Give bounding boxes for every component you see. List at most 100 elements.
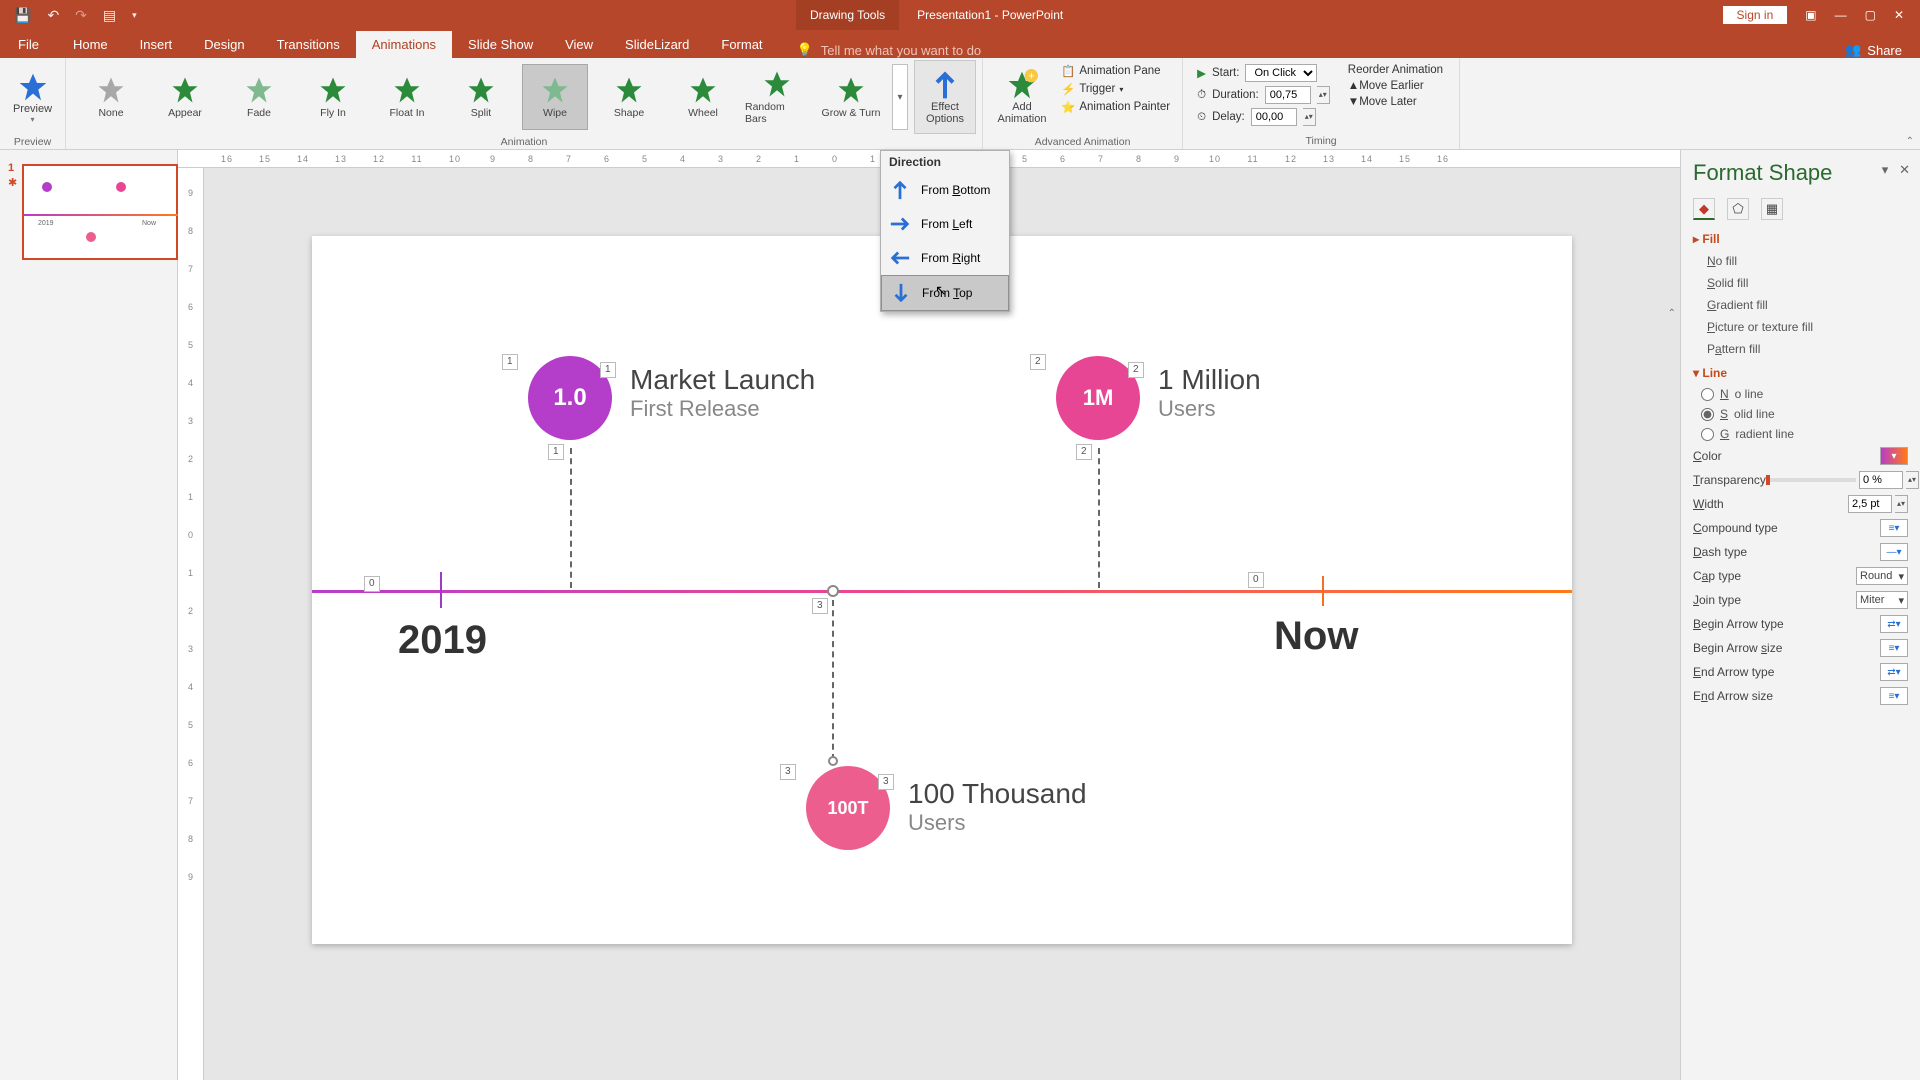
connector-endpoint[interactable] bbox=[828, 756, 838, 766]
slide-thumbnail-pane[interactable]: 1 ✱ 2019 Now bbox=[0, 150, 178, 1080]
anim-tag[interactable]: 3 bbox=[878, 774, 894, 790]
anim-flyin[interactable]: Fly In bbox=[300, 64, 366, 130]
maximize-icon[interactable]: ▢ bbox=[1865, 8, 1876, 22]
connector-m1[interactable] bbox=[570, 448, 572, 588]
direction-from-left[interactable]: From Left bbox=[881, 207, 1009, 241]
anim-tag[interactable]: 1 bbox=[548, 444, 564, 460]
line-solid[interactable]: Solid line bbox=[1693, 404, 1908, 424]
dash-select[interactable]: —▾ bbox=[1880, 543, 1908, 561]
anim-fade[interactable]: Fade bbox=[226, 64, 292, 130]
save-icon[interactable]: 💾 bbox=[14, 7, 31, 24]
compound-select[interactable]: ≡▾ bbox=[1880, 519, 1908, 537]
size-tab-icon[interactable]: ▦ bbox=[1761, 198, 1783, 220]
display-options-icon[interactable]: ▣ bbox=[1805, 8, 1816, 22]
year-now[interactable]: Now bbox=[1274, 614, 1358, 659]
fill-solid[interactable]: Solid fill bbox=[1693, 272, 1908, 294]
animation-pane-button[interactable]: 📋Animation Pane bbox=[1061, 64, 1170, 78]
add-animation-button[interactable]: + Add Animation bbox=[989, 60, 1055, 134]
qat-more-icon[interactable]: ▾ bbox=[132, 10, 137, 21]
anim-wheel[interactable]: Wheel bbox=[670, 64, 736, 130]
fill-picture[interactable]: Picture or texture fill bbox=[1693, 316, 1908, 338]
direction-from-right[interactable]: From Right bbox=[881, 241, 1009, 275]
begin-arrow-type-select[interactable]: ⇄▾ bbox=[1880, 615, 1908, 633]
line-width-input[interactable] bbox=[1848, 495, 1892, 513]
anim-tag[interactable]: 0 bbox=[1248, 572, 1264, 588]
pane-options-icon[interactable]: ▾ ✕ bbox=[1882, 162, 1910, 178]
year-start[interactable]: 2019 bbox=[398, 618, 487, 663]
begin-arrow-size-select[interactable]: ≡▾ bbox=[1880, 639, 1908, 657]
connector-m3[interactable] bbox=[832, 600, 834, 760]
tab-design[interactable]: Design bbox=[188, 31, 260, 58]
ruler-collapse-icon[interactable]: ⌃ bbox=[1668, 308, 1676, 319]
fill-gradient[interactable]: Gradient fill bbox=[1693, 294, 1908, 316]
slide-canvas[interactable]: 0 0 2019 Now 1.0 Market Launch First Rel… bbox=[312, 236, 1572, 944]
tab-insert[interactable]: Insert bbox=[124, 31, 189, 58]
delay-stepper[interactable]: ▴▾ bbox=[1303, 108, 1316, 126]
close-icon[interactable]: ✕ bbox=[1894, 8, 1904, 22]
delay-input[interactable] bbox=[1251, 108, 1297, 126]
animation-painter-button[interactable]: ⭐Animation Painter bbox=[1061, 100, 1170, 114]
move-earlier-button[interactable]: ▲Move Earlier bbox=[1348, 80, 1443, 92]
redo-icon[interactable]: ↷ bbox=[75, 7, 87, 24]
anim-tag[interactable]: 2 bbox=[1076, 444, 1092, 460]
timeline-tick-start[interactable] bbox=[440, 572, 442, 608]
signin-button[interactable]: Sign in bbox=[1723, 6, 1788, 24]
timeline-segment-right[interactable] bbox=[832, 590, 1572, 593]
anim-tag[interactable]: 1 bbox=[502, 354, 518, 370]
trigger-button[interactable]: ⚡Trigger▾ bbox=[1061, 82, 1170, 96]
line-section-header[interactable]: ▾ Line bbox=[1693, 366, 1908, 380]
tab-view[interactable]: View bbox=[549, 31, 609, 58]
tab-animations[interactable]: Animations bbox=[356, 31, 452, 58]
line-gradient[interactable]: Gradient line bbox=[1693, 424, 1908, 444]
anim-tag[interactable]: 1 bbox=[600, 362, 616, 378]
width-stepper[interactable]: ▴▾ bbox=[1895, 495, 1908, 513]
line-color-picker[interactable]: ▾ bbox=[1880, 447, 1908, 465]
duration-stepper[interactable]: ▴▾ bbox=[1317, 86, 1330, 104]
milestone-label-2[interactable]: 1 Million Users bbox=[1158, 364, 1261, 422]
tab-home[interactable]: Home bbox=[57, 31, 124, 58]
anim-tag[interactable]: 2 bbox=[1128, 362, 1144, 378]
anim-tag[interactable]: 0 bbox=[364, 576, 380, 592]
tab-file[interactable]: File bbox=[0, 31, 57, 58]
line-noline[interactable]: No line bbox=[1693, 384, 1908, 404]
tab-slidelizard[interactable]: SlideLizard bbox=[609, 31, 705, 58]
transparency-input[interactable] bbox=[1859, 471, 1903, 489]
move-later-button[interactable]: ▼Move Later bbox=[1348, 96, 1443, 108]
slideshow-from-start-icon[interactable]: ▤ bbox=[103, 7, 116, 24]
minimize-icon[interactable]: — bbox=[1835, 8, 1847, 22]
effect-options-button[interactable]: Effect Options bbox=[914, 60, 976, 134]
tell-me-search[interactable]: 💡 Tell me what you want to do bbox=[779, 42, 1846, 58]
cap-select[interactable]: Round▾ bbox=[1856, 567, 1908, 585]
anim-tag[interactable]: 3 bbox=[780, 764, 796, 780]
anim-tag[interactable]: 2 bbox=[1030, 354, 1046, 370]
share-button[interactable]: 👥 Share bbox=[1845, 42, 1920, 58]
end-arrow-type-select[interactable]: ⇄▾ bbox=[1880, 663, 1908, 681]
anim-tag[interactable]: 3 bbox=[812, 598, 828, 614]
anim-split[interactable]: Split bbox=[448, 64, 514, 130]
anim-none[interactable]: None bbox=[78, 64, 144, 130]
start-select[interactable]: On Click bbox=[1245, 64, 1317, 82]
anim-gallery-more[interactable]: ▾ bbox=[892, 64, 908, 130]
timeline-midpoint-handle[interactable] bbox=[827, 585, 839, 597]
transparency-slider[interactable] bbox=[1766, 478, 1856, 482]
anim-shape[interactable]: Shape bbox=[596, 64, 662, 130]
preview-button[interactable]: Preview ▾ bbox=[6, 60, 59, 134]
join-select[interactable]: Miter▾ bbox=[1856, 591, 1908, 609]
fill-pattern[interactable]: Pattern fill bbox=[1693, 338, 1908, 360]
milestone-label-1[interactable]: Market Launch First Release bbox=[630, 364, 815, 422]
undo-icon[interactable]: ↶ bbox=[47, 7, 59, 24]
fill-line-tab-icon[interactable]: ◆ bbox=[1693, 198, 1715, 220]
tab-transitions[interactable]: Transitions bbox=[261, 31, 356, 58]
anim-floatin[interactable]: Float In bbox=[374, 64, 440, 130]
effects-tab-icon[interactable]: ⬠ bbox=[1727, 198, 1749, 220]
milestone-label-3[interactable]: 100 Thousand Users bbox=[908, 778, 1087, 836]
connector-m2[interactable] bbox=[1098, 448, 1100, 588]
fill-nofill[interactable]: No fill bbox=[1693, 250, 1908, 272]
tab-slideshow[interactable]: Slide Show bbox=[452, 31, 549, 58]
anim-appear[interactable]: Appear bbox=[152, 64, 218, 130]
direction-from-bottom[interactable]: From Bottom bbox=[881, 173, 1009, 207]
timeline-tick-now[interactable] bbox=[1322, 576, 1324, 606]
anim-wipe[interactable]: Wipe bbox=[522, 64, 588, 130]
duration-input[interactable] bbox=[1265, 86, 1311, 104]
tab-format[interactable]: Format bbox=[705, 31, 778, 58]
